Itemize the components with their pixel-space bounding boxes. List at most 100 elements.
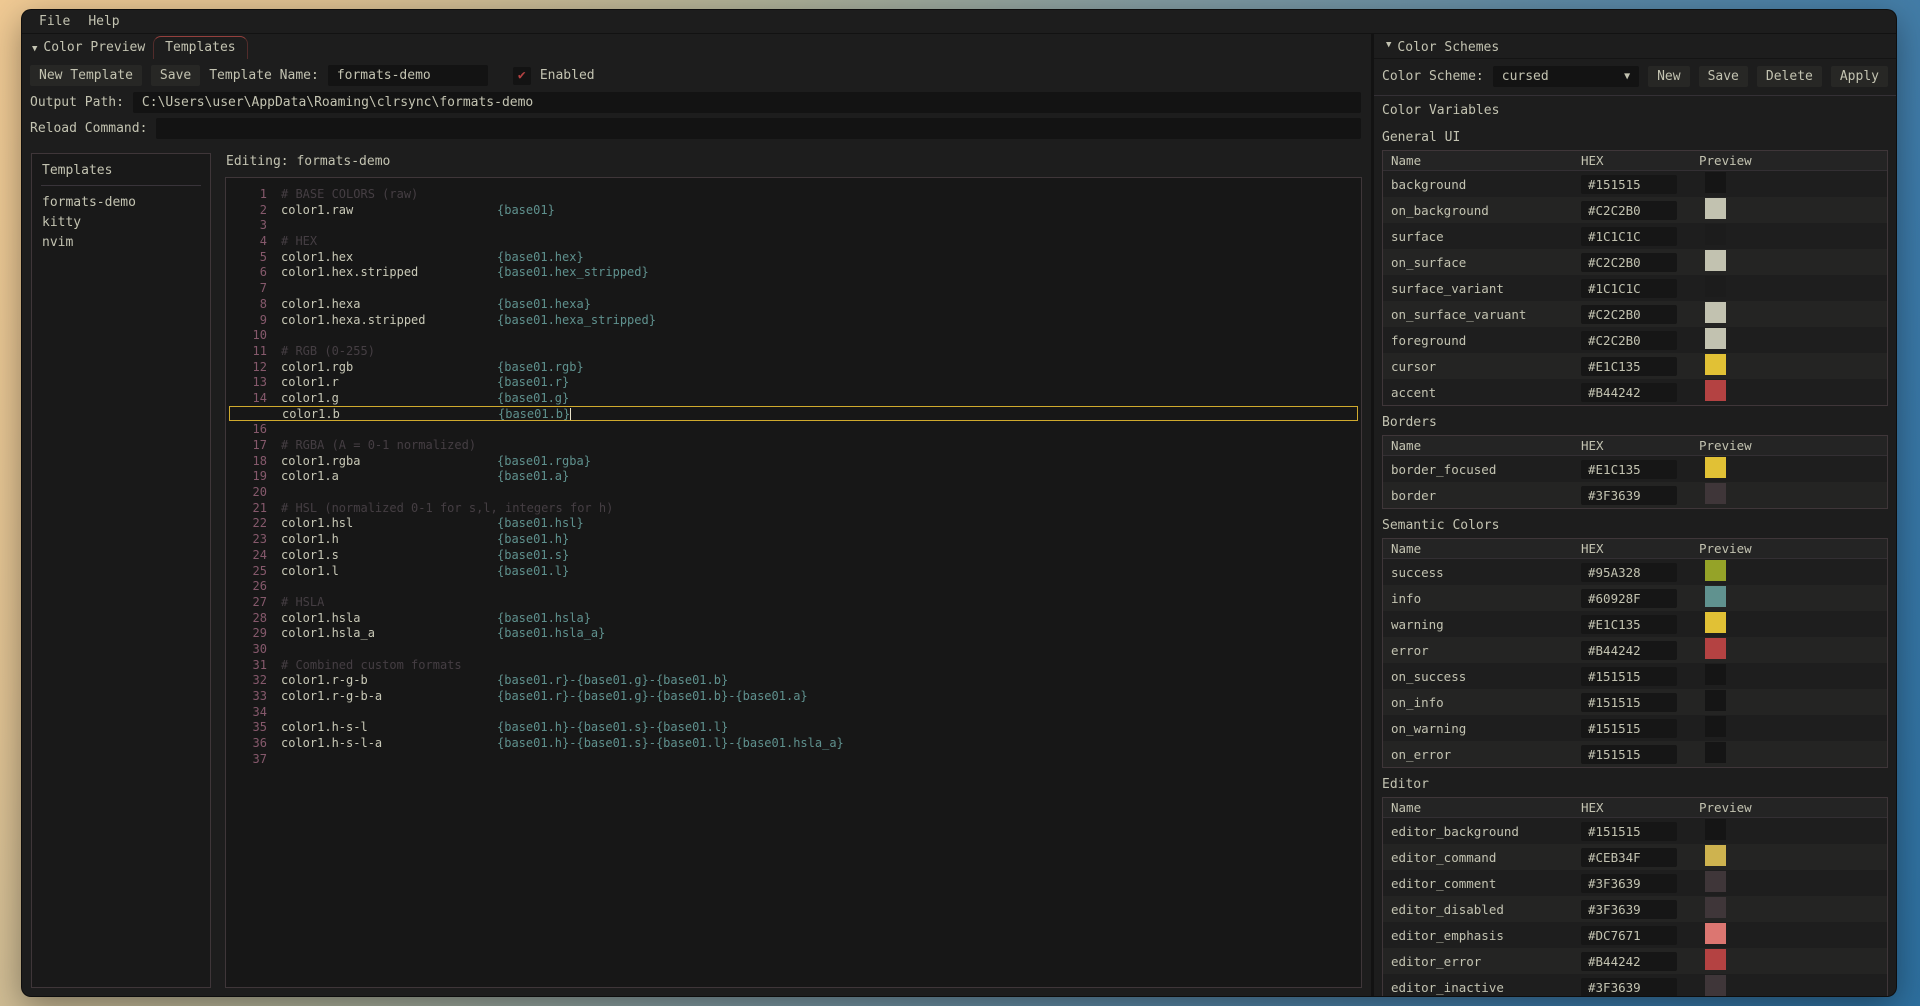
hex-value-input[interactable]: #95A328: [1581, 563, 1677, 582]
code-line-28[interactable]: 28color1.hsla{base01.hsla}: [228, 610, 1359, 626]
code-line-9[interactable]: 9color1.hexa.stripped{base01.hexa_stripp…: [228, 312, 1359, 328]
hex-value-input[interactable]: #1C1C1C: [1581, 227, 1677, 246]
enabled-checkbox[interactable]: ✔: [513, 67, 531, 85]
code-line-24[interactable]: 24color1.s{base01.s}: [228, 547, 1359, 563]
color-swatch[interactable]: [1705, 716, 1726, 737]
color-swatch[interactable]: [1705, 586, 1726, 607]
code-line-5[interactable]: 5color1.hex{base01.hex}: [228, 249, 1359, 265]
code-line-2[interactable]: 2color1.raw{base01}: [228, 202, 1359, 218]
collapse-arrow-icon[interactable]: ▼: [28, 44, 43, 59]
scheme-save-button[interactable]: Save: [1699, 66, 1748, 87]
template-list-item-nvim[interactable]: nvim: [41, 233, 201, 253]
code-line-10[interactable]: 10: [228, 327, 1359, 343]
hex-value-input[interactable]: #151515: [1581, 667, 1677, 686]
color-swatch[interactable]: [1705, 354, 1726, 375]
code-line-23[interactable]: 23color1.h{base01.h}: [228, 531, 1359, 547]
output-path-input[interactable]: [133, 92, 1361, 113]
hex-value-input[interactable]: #60928F: [1581, 589, 1677, 608]
color-swatch[interactable]: [1705, 198, 1726, 219]
code-line-20[interactable]: 20: [228, 484, 1359, 500]
code-line-32[interactable]: 32color1.r-g-b{base01.r}-{base01.g}-{bas…: [228, 672, 1359, 688]
color-swatch[interactable]: [1705, 638, 1726, 659]
code-line-25[interactable]: 25color1.l{base01.l}: [228, 563, 1359, 579]
code-line-6[interactable]: 6color1.hex.stripped{base01.hex_stripped…: [228, 264, 1359, 280]
color-swatch[interactable]: [1705, 871, 1726, 892]
color-swatch[interactable]: [1705, 302, 1726, 323]
hex-value-input[interactable]: #CEB34F: [1581, 848, 1677, 867]
hex-value-input[interactable]: #3F3639: [1581, 874, 1677, 893]
tab-color-preview[interactable]: Color Preview: [43, 40, 153, 59]
template-list-item-formats-demo[interactable]: formats-demo: [41, 193, 201, 213]
hex-value-input[interactable]: #C2C2B0: [1581, 253, 1677, 272]
hex-value-input[interactable]: #151515: [1581, 822, 1677, 841]
hex-value-input[interactable]: #E1C135: [1581, 357, 1677, 376]
hex-value-input[interactable]: #C2C2B0: [1581, 331, 1677, 350]
menu-item-file[interactable]: File: [30, 12, 79, 31]
hex-value-input[interactable]: #3F3639: [1581, 486, 1677, 505]
hex-value-input[interactable]: #3F3639: [1581, 978, 1677, 997]
template-code-editor[interactable]: 1# BASE COLORS (raw)2color1.raw{base01}3…: [225, 177, 1362, 988]
template-name-input[interactable]: [328, 65, 488, 86]
code-line-12[interactable]: 12color1.rgb{base01.rgb}: [228, 359, 1359, 375]
code-line-18[interactable]: 18color1.rgba{base01.rgba}: [228, 453, 1359, 469]
code-line-3[interactable]: 3: [228, 217, 1359, 233]
hex-value-input[interactable]: #151515: [1581, 719, 1677, 738]
code-line-17[interactable]: 17# RGBA (A = 0-1 normalized): [228, 437, 1359, 453]
code-line-13[interactable]: 13color1.r{base01.r}: [228, 374, 1359, 390]
hex-value-input[interactable]: #B44242: [1581, 641, 1677, 660]
color-swatch[interactable]: [1705, 483, 1726, 504]
code-line-36[interactable]: 36color1.h-s-l-a{base01.h}-{base01.s}-{b…: [228, 735, 1359, 751]
color-swatch[interactable]: [1705, 742, 1726, 763]
color-swatch[interactable]: [1705, 172, 1726, 193]
code-line-4[interactable]: 4# HEX: [228, 233, 1359, 249]
save-template-button[interactable]: Save: [151, 65, 200, 86]
code-line-22[interactable]: 22color1.hsl{base01.hsl}: [228, 515, 1359, 531]
color-swatch[interactable]: [1705, 250, 1726, 271]
tab-templates[interactable]: Templates: [153, 36, 247, 59]
hex-value-input[interactable]: #151515: [1581, 745, 1677, 764]
code-line-15[interactable]: 15color1.b{base01.b}: [229, 406, 1358, 422]
color-swatch[interactable]: [1705, 224, 1726, 245]
scheme-delete-button[interactable]: Delete: [1757, 66, 1822, 87]
color-swatch[interactable]: [1705, 845, 1726, 866]
code-line-21[interactable]: 21# HSL (normalized 0-1 for s,l, integer…: [228, 500, 1359, 516]
hex-value-input[interactable]: #C2C2B0: [1581, 305, 1677, 324]
hex-value-input[interactable]: #3F3639: [1581, 900, 1677, 919]
hex-value-input[interactable]: #DC7671: [1581, 926, 1677, 945]
code-line-33[interactable]: 33color1.r-g-b-a{base01.r}-{base01.g}-{b…: [228, 688, 1359, 704]
color-swatch[interactable]: [1705, 690, 1726, 711]
hex-value-input[interactable]: #151515: [1581, 693, 1677, 712]
new-template-button[interactable]: New Template: [30, 65, 142, 86]
color-swatch[interactable]: [1705, 664, 1726, 685]
color-swatch[interactable]: [1705, 923, 1726, 944]
collapse-arrow-icon[interactable]: ▼: [1382, 40, 1397, 55]
code-line-29[interactable]: 29color1.hsla_a{base01.hsla_a}: [228, 625, 1359, 641]
template-list-item-kitty[interactable]: kitty: [41, 213, 201, 233]
color-swatch[interactable]: [1705, 276, 1726, 297]
color-swatch[interactable]: [1705, 380, 1726, 401]
color-swatch[interactable]: [1705, 819, 1726, 840]
code-line-31[interactable]: 31# Combined custom formats: [228, 657, 1359, 673]
scheme-new-button[interactable]: New: [1648, 66, 1689, 87]
hex-value-input[interactable]: #E1C135: [1581, 615, 1677, 634]
code-line-8[interactable]: 8color1.hexa{base01.hexa}: [228, 296, 1359, 312]
color-swatch[interactable]: [1705, 560, 1726, 581]
reload-command-input[interactable]: [156, 118, 1361, 139]
code-line-27[interactable]: 27# HSLA: [228, 594, 1359, 610]
color-swatch[interactable]: [1705, 897, 1726, 918]
code-line-30[interactable]: 30: [228, 641, 1359, 657]
hex-value-input[interactable]: #B44242: [1581, 383, 1677, 402]
hex-value-input[interactable]: #E1C135: [1581, 460, 1677, 479]
hex-value-input[interactable]: #151515: [1581, 175, 1677, 194]
color-swatch[interactable]: [1705, 612, 1726, 633]
menu-item-help[interactable]: Help: [79, 12, 128, 31]
code-line-11[interactable]: 11# RGB (0-255): [228, 343, 1359, 359]
code-line-14[interactable]: 14color1.g{base01.g}: [228, 390, 1359, 406]
color-swatch[interactable]: [1705, 949, 1726, 970]
color-swatch[interactable]: [1705, 328, 1726, 349]
code-line-16[interactable]: 16: [228, 421, 1359, 437]
code-line-35[interactable]: 35color1.h-s-l{base01.h}-{base01.s}-{bas…: [228, 719, 1359, 735]
code-line-37[interactable]: 37: [228, 751, 1359, 767]
code-line-34[interactable]: 34: [228, 704, 1359, 720]
code-line-1[interactable]: 1# BASE COLORS (raw): [228, 186, 1359, 202]
